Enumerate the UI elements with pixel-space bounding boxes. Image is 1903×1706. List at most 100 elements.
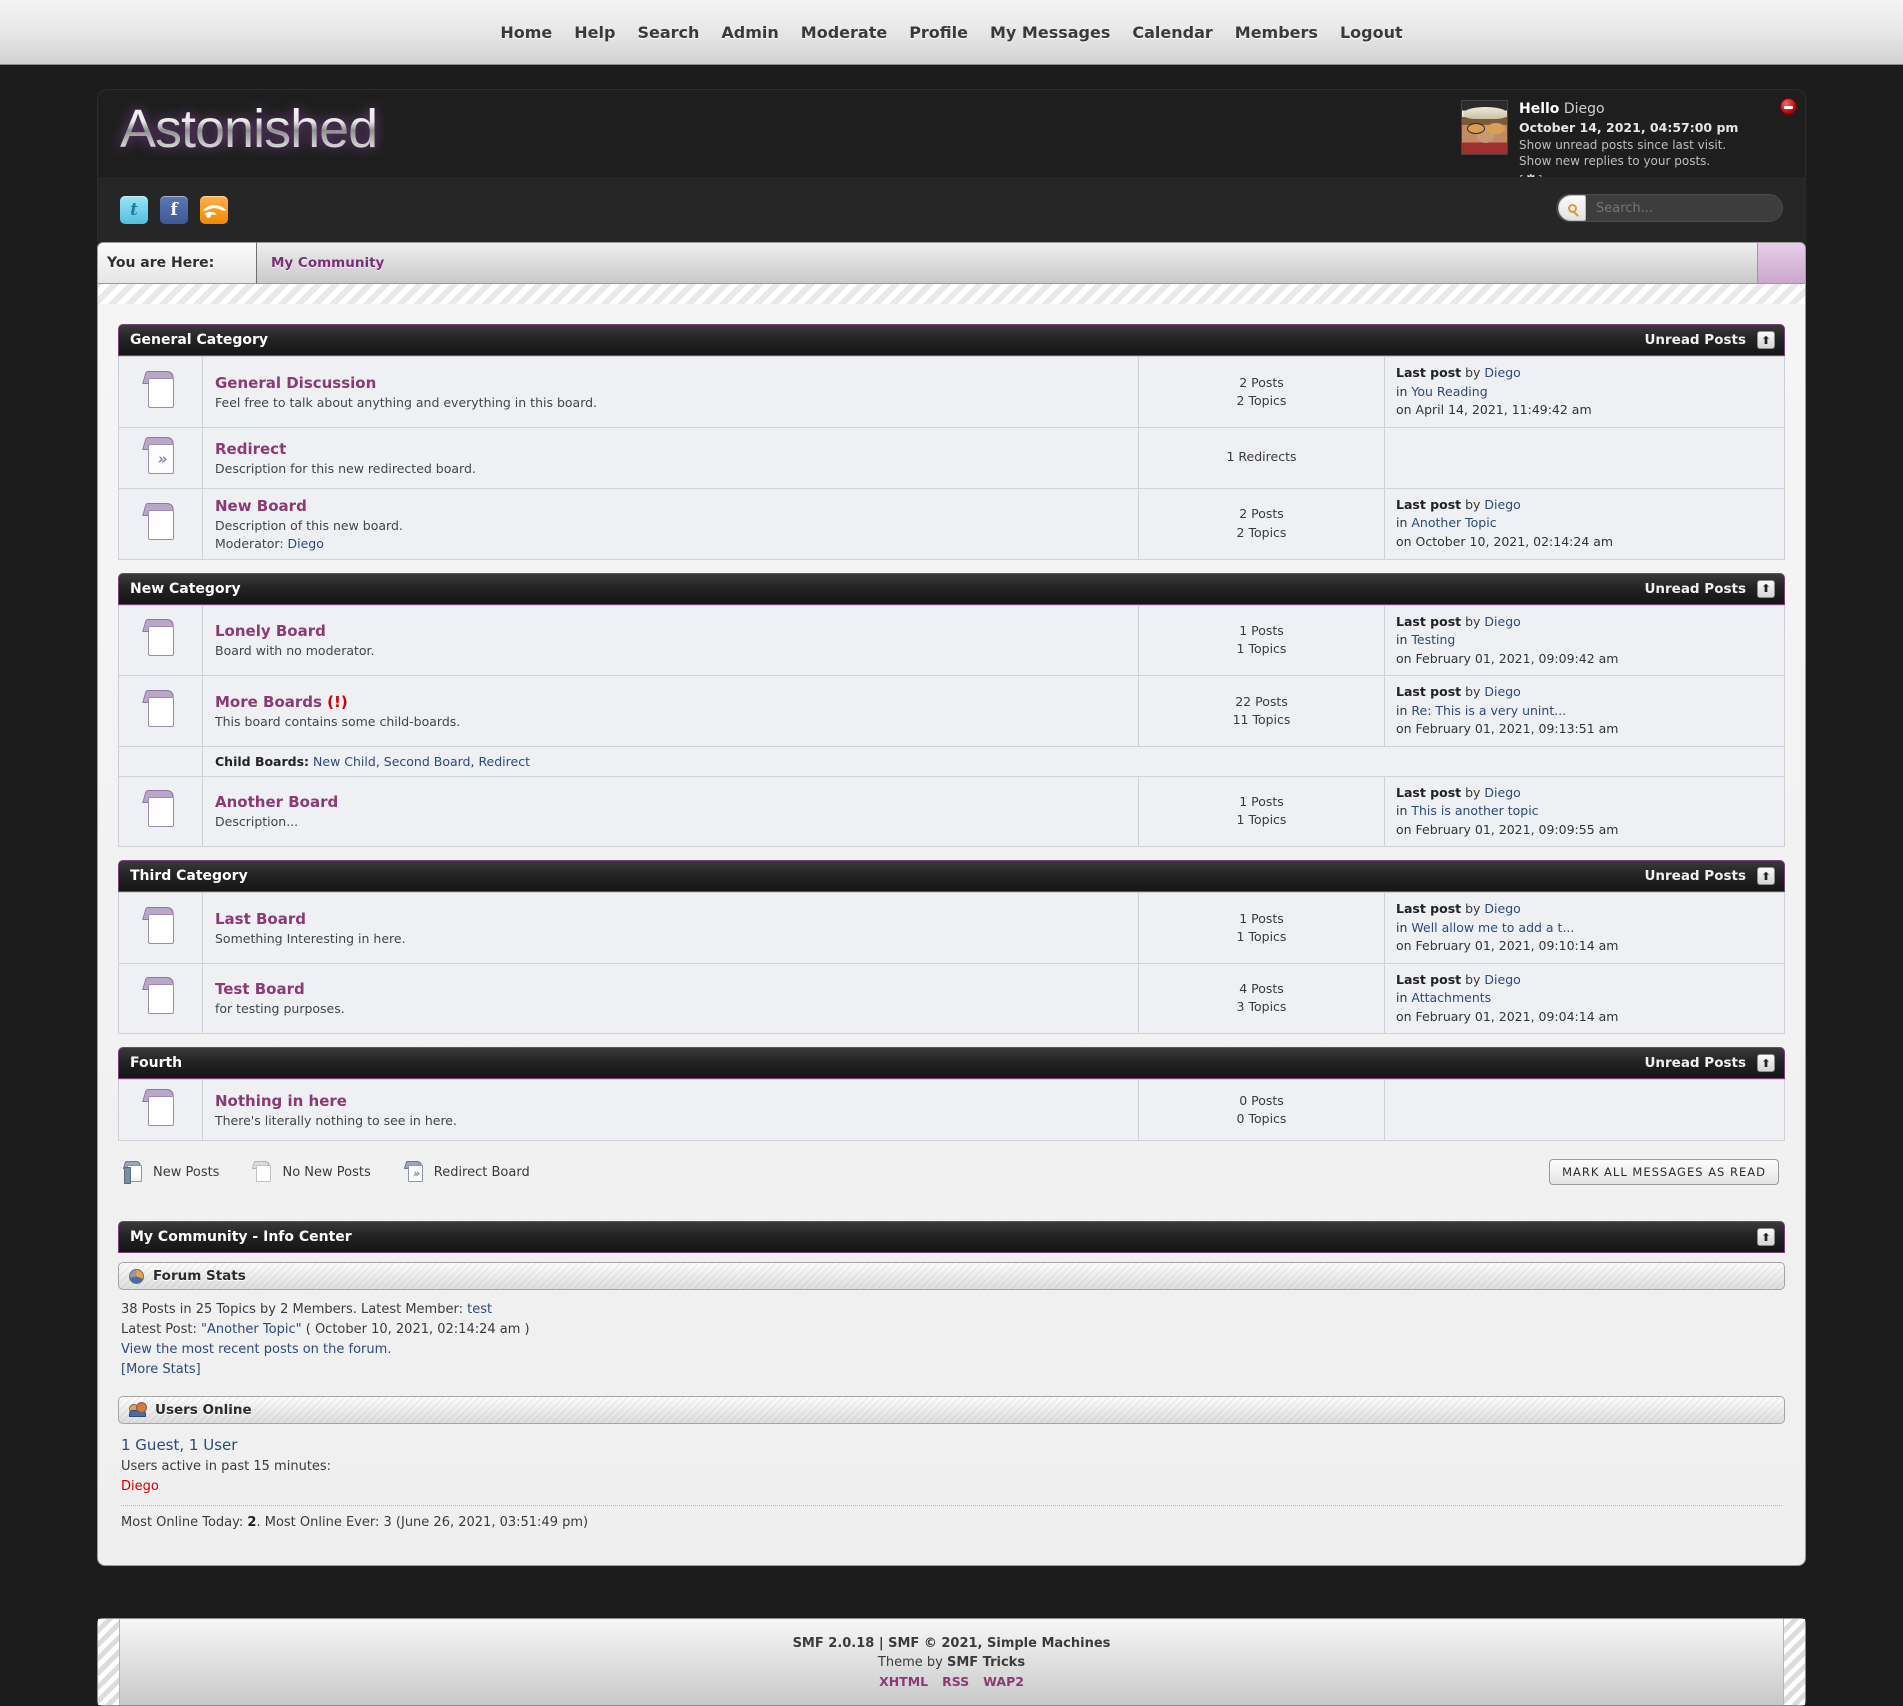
latest-post-link[interactable]: "Another Topic" bbox=[201, 1322, 302, 1337]
category-unread-link[interactable]: Unread Posts bbox=[1644, 1055, 1746, 1071]
footer-links: XHTML RSS WAP2 bbox=[879, 1674, 1024, 1689]
category-collapse-button[interactable]: ⬆ bbox=[1757, 867, 1775, 885]
last-post-author-link[interactable]: Diego bbox=[1484, 785, 1520, 800]
board-description: This board contains some child-boards. bbox=[215, 713, 461, 729]
board-post-count: 1 Redirects bbox=[1226, 449, 1297, 465]
nav-admin[interactable]: Admin bbox=[710, 23, 789, 42]
board-title-link[interactable]: General Discussion bbox=[215, 374, 376, 392]
nav-my-messages[interactable]: My Messages bbox=[979, 23, 1121, 42]
last-post-author-link[interactable]: Diego bbox=[1484, 614, 1520, 629]
category-unread-link[interactable]: Unread Posts bbox=[1644, 868, 1746, 884]
board-description: Description of this new board. bbox=[215, 517, 403, 533]
last-post-topic-link[interactable]: You Reading bbox=[1411, 384, 1487, 399]
board-description: Something Interesting in here. bbox=[215, 930, 406, 946]
board-topic-count: 2 Topics bbox=[1236, 392, 1287, 408]
category-collapse-button[interactable]: ⬆ bbox=[1757, 1054, 1775, 1072]
pie-chart-icon bbox=[129, 1268, 144, 1284]
board-description: Description... bbox=[215, 814, 299, 830]
board-title-link[interactable]: Redirect bbox=[215, 440, 286, 458]
last-post-author-link[interactable]: Diego bbox=[1484, 497, 1520, 512]
nav-members[interactable]: Members bbox=[1224, 23, 1329, 42]
board-icon-cell bbox=[118, 675, 203, 747]
category-collapse-button[interactable]: ⬆ bbox=[1757, 579, 1775, 598]
info-center-collapse-button[interactable]: ⬆ bbox=[1757, 1228, 1775, 1246]
avatar[interactable] bbox=[1461, 100, 1508, 155]
board-title-link[interactable]: Another Board bbox=[215, 793, 338, 811]
link-new-replies[interactable]: Show new replies to your posts. bbox=[1519, 153, 1738, 170]
board-post-count: 22 Posts bbox=[1235, 693, 1288, 709]
search-button[interactable] bbox=[1558, 195, 1586, 221]
footer-right-stripes bbox=[1783, 1619, 1805, 1706]
category-block: New Category Unread Posts ⬆ Lonely Board Boa… bbox=[118, 572, 1785, 848]
nav-help[interactable]: Help bbox=[563, 23, 626, 42]
board-title-link[interactable]: New Board bbox=[215, 497, 307, 515]
no-new-posts-icon bbox=[252, 1161, 273, 1183]
top-navigation: Home Help Search Admin Moderate Profile My Mes… bbox=[0, 0, 1903, 65]
info-center-header: My Community - Info Center ⬆ bbox=[118, 1221, 1785, 1253]
facebook-icon[interactable]: f bbox=[160, 195, 188, 224]
last-post-author-link[interactable]: Diego bbox=[1484, 972, 1520, 987]
board-title-link[interactable]: Last Board bbox=[215, 910, 306, 928]
board-topic-count: 0 Topics bbox=[1236, 1111, 1287, 1126]
legend-no-new-posts-label: No New Posts bbox=[282, 1164, 371, 1180]
board-topic-count: 2 Topics bbox=[1236, 524, 1287, 540]
footer-link-wap2[interactable]: WAP2 bbox=[983, 1674, 1024, 1689]
last-post-topic-link[interactable]: Re: This is a very unint... bbox=[1411, 703, 1566, 718]
category-unread-link[interactable]: Unread Posts bbox=[1644, 332, 1746, 348]
last-post-author-link[interactable]: Diego bbox=[1484, 365, 1520, 380]
legend-new-posts-label: New Posts bbox=[153, 1164, 220, 1180]
online-user-diego[interactable]: Diego bbox=[121, 1477, 1782, 1497]
mark-all-read-button[interactable]: MARK ALL MESSAGES AS READ bbox=[1549, 1159, 1779, 1185]
twitter-icon[interactable]: t bbox=[120, 195, 148, 224]
board-topic-count: 1 Topics bbox=[1236, 812, 1287, 828]
category-unread-link[interactable]: Unread Posts bbox=[1644, 581, 1746, 597]
last-post-topic-link[interactable]: Attachments bbox=[1411, 990, 1491, 1005]
breadcrumb-link-my-community[interactable]: My Community bbox=[271, 255, 384, 271]
rss-icon[interactable] bbox=[200, 195, 228, 224]
child-board-link[interactable]: Redirect bbox=[478, 754, 530, 769]
last-post-topic-link[interactable]: Well allow me to add a t... bbox=[1411, 920, 1574, 935]
board-post-count: 1 Posts bbox=[1239, 623, 1284, 639]
child-board-link[interactable]: Second Board bbox=[384, 754, 471, 769]
nav-moderate[interactable]: Moderate bbox=[790, 23, 898, 42]
child-board-link[interactable]: New Child bbox=[313, 754, 376, 769]
last-post-date: on February 01, 2021, 09:09:42 am bbox=[1396, 650, 1619, 666]
last-post-author-link[interactable]: Diego bbox=[1484, 901, 1520, 916]
board-title-link[interactable]: More Boards (!) bbox=[215, 693, 348, 711]
board-title-link[interactable]: Test Board bbox=[215, 980, 305, 998]
legend-new-posts: New Posts bbox=[122, 1161, 220, 1184]
link-unread-posts[interactable]: Show unread posts since last visit. bbox=[1519, 137, 1738, 154]
logout-icon[interactable] bbox=[1780, 98, 1797, 115]
board-last-post-cell: Last post by Diego in Re: This is a very … bbox=[1384, 675, 1785, 747]
last-post-author-link[interactable]: Diego bbox=[1484, 684, 1520, 699]
board-stats-cell: 0 Posts 0 Topics bbox=[1138, 1079, 1385, 1141]
last-post-topic-link[interactable]: Testing bbox=[1411, 632, 1455, 647]
board-table: General Discussion Feel free to talk abou… bbox=[118, 356, 1785, 560]
forum-stats-header[interactable]: Forum Stats bbox=[118, 1262, 1785, 1290]
board-stats-cell: 22 Posts 11 Topics bbox=[1138, 675, 1385, 747]
board-title-link[interactable]: Lonely Board bbox=[215, 622, 326, 640]
last-post-topic-link[interactable]: This is another topic bbox=[1411, 803, 1538, 818]
users-online-header[interactable]: Users Online bbox=[118, 1395, 1785, 1424]
footer-link-rss[interactable]: RSS bbox=[942, 1674, 969, 1689]
footer-theme-credit: Theme by SMF Tricks bbox=[878, 1655, 1025, 1670]
category-collapse-button[interactable]: ⬆ bbox=[1757, 331, 1775, 349]
more-stats-link[interactable]: [More Stats] bbox=[121, 1362, 201, 1377]
nav-logout[interactable]: Logout bbox=[1329, 23, 1414, 42]
latest-member-link[interactable]: test bbox=[467, 1302, 492, 1317]
board-title-link[interactable]: Nothing in here bbox=[215, 1092, 347, 1110]
last-post-topic-link[interactable]: Another Topic bbox=[1411, 515, 1496, 530]
nav-home[interactable]: Home bbox=[489, 23, 563, 42]
search-input[interactable] bbox=[1586, 200, 1782, 216]
board-row: » Redirect Description for this new redire… bbox=[118, 426, 1785, 489]
nav-calendar[interactable]: Calendar bbox=[1121, 23, 1223, 42]
redirect-board-icon: » bbox=[141, 436, 178, 475]
footer-link-xhtml[interactable]: XHTML bbox=[879, 1674, 928, 1689]
nav-profile[interactable]: Profile bbox=[898, 23, 979, 42]
moderator-link[interactable]: Diego bbox=[288, 536, 324, 551]
recent-posts-link[interactable]: View the most recent posts on the forum. bbox=[121, 1342, 391, 1357]
nav-search[interactable]: Search bbox=[626, 23, 710, 42]
theme-author[interactable]: SMF Tricks bbox=[947, 1655, 1025, 1670]
last-post-topic-line: in Attachments bbox=[1396, 990, 1492, 1005]
site-logo[interactable]: Astonished bbox=[120, 98, 378, 160]
